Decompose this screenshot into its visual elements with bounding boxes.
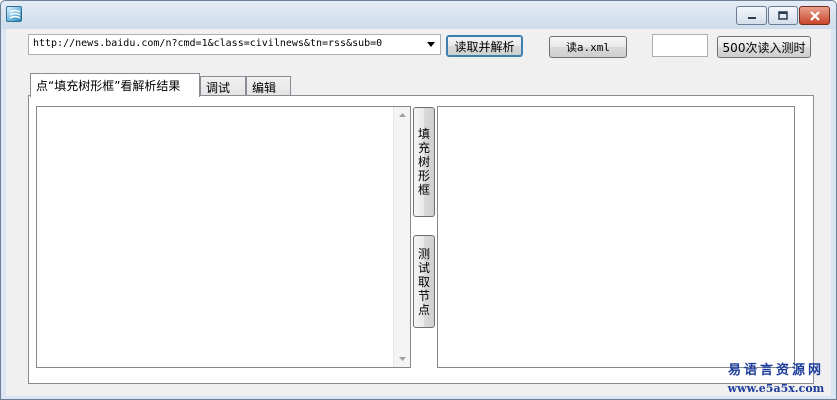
get-node-char: 节 (417, 288, 430, 303)
output-textbox[interactable] (437, 106, 795, 368)
read-xml-button[interactable]: 读a.xml (549, 36, 627, 58)
get-node-button[interactable]: 测 试 取 节 点 (413, 235, 435, 328)
close-button[interactable] (799, 6, 830, 25)
read-parse-button[interactable]: 读取并解析 (446, 35, 523, 57)
fill-tree-char: 形 (417, 169, 430, 183)
tab-debug[interactable]: 调试 (200, 76, 246, 96)
fill-tree-char: 框 (417, 183, 430, 197)
title-bar[interactable] (1, 1, 836, 29)
url-combobox-value: http://news.baidu.com/n?cmd=1&class=civi… (33, 38, 383, 49)
benchmark-button[interactable]: 500次读入测时 (717, 36, 811, 58)
scroll-down-icon[interactable] (394, 351, 410, 367)
maximize-icon (778, 10, 788, 20)
maximize-button[interactable] (768, 6, 798, 25)
fill-tree-button[interactable]: 填 充 树 形 框 (413, 107, 435, 217)
minimize-icon (747, 16, 756, 19)
get-node-char: 点 (417, 302, 430, 317)
fill-tree-char: 填 (417, 127, 430, 141)
close-icon (809, 10, 820, 21)
minimize-button[interactable] (736, 6, 767, 25)
tab-parse-result[interactable]: 点“填充树形框”看解析结果 (30, 73, 200, 97)
tree-view[interactable] (36, 106, 411, 368)
count-input[interactable] (652, 34, 708, 57)
get-node-char: 试 (417, 260, 430, 275)
tab-edit[interactable]: 编辑 (246, 76, 291, 96)
app-window: http://news.baidu.com/n?cmd=1&class=civi… (0, 0, 837, 400)
fill-tree-char: 充 (417, 141, 430, 155)
get-node-char: 取 (417, 274, 430, 289)
fill-tree-char: 树 (417, 155, 430, 169)
app-icon (6, 6, 22, 22)
url-combobox[interactable]: http://news.baidu.com/n?cmd=1&class=civi… (28, 34, 441, 55)
get-node-char: 测 (417, 246, 430, 261)
watermark-url: www.e5a5x.com (727, 382, 825, 395)
tree-scrollbar[interactable] (393, 107, 410, 367)
client-area: http://news.baidu.com/n?cmd=1&class=civi… (6, 29, 831, 396)
scroll-up-icon[interactable] (394, 107, 410, 123)
dropdown-arrow-icon[interactable] (423, 37, 438, 52)
watermark-title: 易语言资源网 (727, 363, 824, 378)
watermark: 易语言资源网 www.e5a5x.com (717, 362, 835, 398)
